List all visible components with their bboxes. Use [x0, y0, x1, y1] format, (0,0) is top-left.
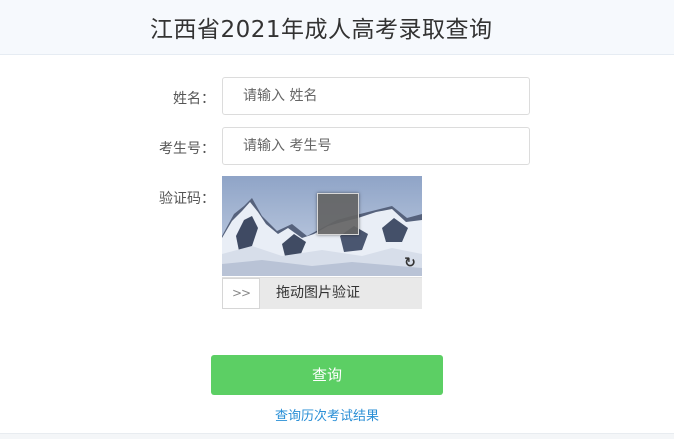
footer-divider — [0, 433, 674, 439]
exam-number-input[interactable] — [222, 127, 530, 165]
slider-hint-text: 拖动图片验证 — [276, 285, 360, 301]
refresh-icon[interactable]: ↻ — [402, 255, 418, 271]
exam-number-label: 考生号： — [159, 141, 215, 157]
captcha-puzzle-piece[interactable] — [317, 193, 359, 235]
name-input[interactable] — [222, 77, 530, 115]
history-results-link[interactable]: 查询历次考试结果 — [0, 405, 654, 424]
captcha-label: 验证码： — [159, 191, 215, 207]
captcha-slider[interactable]: >> 拖动图片验证 — [222, 277, 422, 309]
page-title: 江西省2021年成人高考录取查询 — [150, 17, 493, 43]
captcha-image: ↻ — [222, 176, 422, 276]
name-label: 姓名： — [173, 91, 215, 107]
page-header: 江西省2021年成人高考录取查询 — [0, 0, 674, 55]
double-chevron-right-icon[interactable]: >> — [222, 278, 260, 309]
query-button[interactable]: 查询 — [211, 355, 443, 395]
